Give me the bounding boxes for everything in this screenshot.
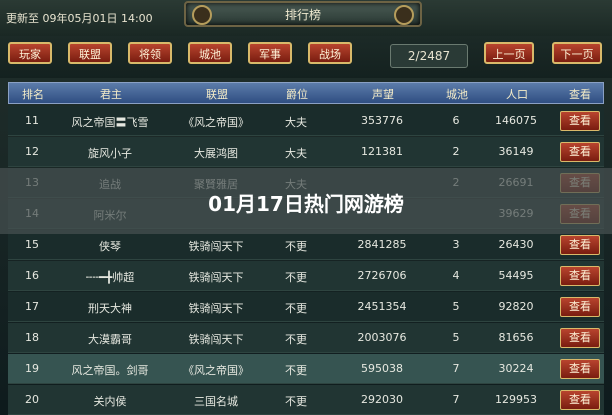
view-button[interactable]: 查看 [560,297,600,317]
table-row: 17 刑天大神 铁骑闯天下 不更 2451354 5 92820 查看 [8,292,604,322]
title-cell: 不更 [285,395,307,408]
tab-battlefield[interactable]: 战场 [308,42,352,64]
alliance-cell: 《风之帝国》 [183,364,249,377]
population-cell: 146075 [495,114,537,127]
banner-title: 排行榜 [284,8,321,22]
lord-cell: 大漠霸哥 [88,333,132,346]
page-indicator: 2/2487 [390,44,468,68]
view-button[interactable]: 查看 [560,235,600,255]
tab-alliance[interactable]: 联盟 [68,42,112,64]
column-header-view: 查看 [569,88,591,101]
view-button[interactable]: 查看 [560,111,600,131]
alliance-cell: 铁骑闯天下 [188,271,244,284]
cities-cell: 3 [452,238,460,251]
cities-cell: 7 [452,362,460,375]
rank-cell: 12 [25,145,39,158]
population-cell: 54495 [498,269,534,282]
alliance-cell: 《风之帝国》 [183,116,249,129]
table-row: 16 ╌╌━╋帅超 铁骑闯天下 不更 2726706 4 54495 查看 [8,261,604,291]
prestige-cell: 2451354 [357,300,407,313]
lord-cell: 风之帝国。剑哥 [71,364,149,377]
rank-cell: 15 [25,238,39,251]
ranking-banner: 排行榜 [184,1,422,27]
alliance-cell: 三国名城 [194,395,238,408]
population-cell: 81656 [498,331,534,344]
tab-player[interactable]: 玩家 [8,42,52,64]
cities-cell: 6 [452,114,460,127]
table-row: 19 风之帝国。剑哥 《风之帝国》 不更 595038 7 30224 查看 [8,354,604,384]
top-bar: 更新至 09年05月01日 14:00 排行榜 [0,0,612,37]
table-row: 11 风之帝国〓飞雪 《风之帝国》 大夫 353776 6 146075 查看 [8,106,604,136]
table-row: 20 关内侯 三国名城 不更 292030 7 129953 查看 [8,385,604,415]
lord-cell: 旋风小子 [88,147,132,160]
table-row: 18 大漠霸哥 铁骑闯天下 不更 2003076 5 81656 查看 [8,323,604,353]
cities-cell: 5 [452,300,460,313]
title-cell: 大夫 [285,147,307,160]
prestige-cell: 595038 [361,362,403,375]
title-cell: 不更 [285,271,307,284]
column-header-population: 人口 [506,88,528,101]
rank-cell: 16 [25,269,39,282]
column-header-title: 爵位 [286,88,308,101]
tab-military[interactable]: 军事 [248,42,292,64]
next-page-button[interactable]: 下一页 [552,42,602,64]
view-button[interactable]: 查看 [560,328,600,348]
population-cell: 26430 [498,238,534,251]
title-cell: 不更 [285,364,307,377]
tab-general[interactable]: 将领 [128,42,172,64]
prestige-cell: 353776 [361,114,403,127]
view-button[interactable]: 查看 [560,390,600,410]
view-button[interactable]: 查看 [560,266,600,286]
table-header: 排名 君主 联盟 爵位 声望 城池 人口 查看 [8,82,604,104]
alliance-cell: 大展鸿图 [194,147,238,160]
title-cell: 不更 [285,240,307,253]
lord-cell: ╌╌━╋帅超 [85,271,135,284]
prev-page-button[interactable]: 上一页 [484,42,534,64]
title-cell: 不更 [285,302,307,315]
prestige-cell: 121381 [361,145,403,158]
lord-cell: 刑天大神 [88,302,132,315]
column-header-alliance: 联盟 [206,88,228,101]
rank-cell: 19 [25,362,39,375]
lord-cell: 风之帝国〓飞雪 [71,116,149,129]
cities-cell: 2 [452,145,460,158]
title-overlay: 01月17日热门网游榜 [0,168,612,234]
update-timestamp: 更新至 09年05月01日 14:00 [6,12,153,25]
ornament-knot-icon [394,5,414,25]
population-cell: 36149 [498,145,534,158]
population-cell: 92820 [498,300,534,313]
view-button[interactable]: 查看 [560,142,600,162]
rank-cell: 18 [25,331,39,344]
overlay-title: 01月17日热门网游榜 [208,192,404,216]
column-header-lord: 君主 [100,88,122,101]
column-header-prestige: 声望 [372,88,394,101]
lord-cell: 侠琴 [99,240,121,253]
prestige-cell: 2003076 [357,331,407,344]
cities-cell: 4 [452,269,460,282]
alliance-cell: 铁骑闯天下 [188,302,244,315]
column-header-cities: 城池 [446,88,468,101]
rank-cell: 11 [25,114,39,127]
prestige-cell: 2841285 [357,238,407,251]
population-cell: 30224 [498,362,534,375]
tab-city[interactable]: 城池 [188,42,232,64]
title-cell: 大夫 [285,116,307,129]
title-cell: 不更 [285,333,307,346]
alliance-cell: 铁骑闯天下 [188,240,244,253]
table-row: 15 侠琴 铁骑闯天下 不更 2841285 3 26430 查看 [8,230,604,260]
table-row: 12 旋风小子 大展鸿图 大夫 121381 2 36149 查看 [8,137,604,167]
rank-cell: 17 [25,300,39,313]
alliance-cell: 铁骑闯天下 [188,333,244,346]
view-button[interactable]: 查看 [560,359,600,379]
cities-cell: 5 [452,331,460,344]
game-window: 更新至 09年05月01日 14:00 排行榜 玩家 联盟 将领 城池 军事 战… [0,0,612,415]
prestige-cell: 2726706 [357,269,407,282]
column-header-rank: 排名 [22,88,44,101]
lord-cell: 关内侯 [93,395,127,408]
